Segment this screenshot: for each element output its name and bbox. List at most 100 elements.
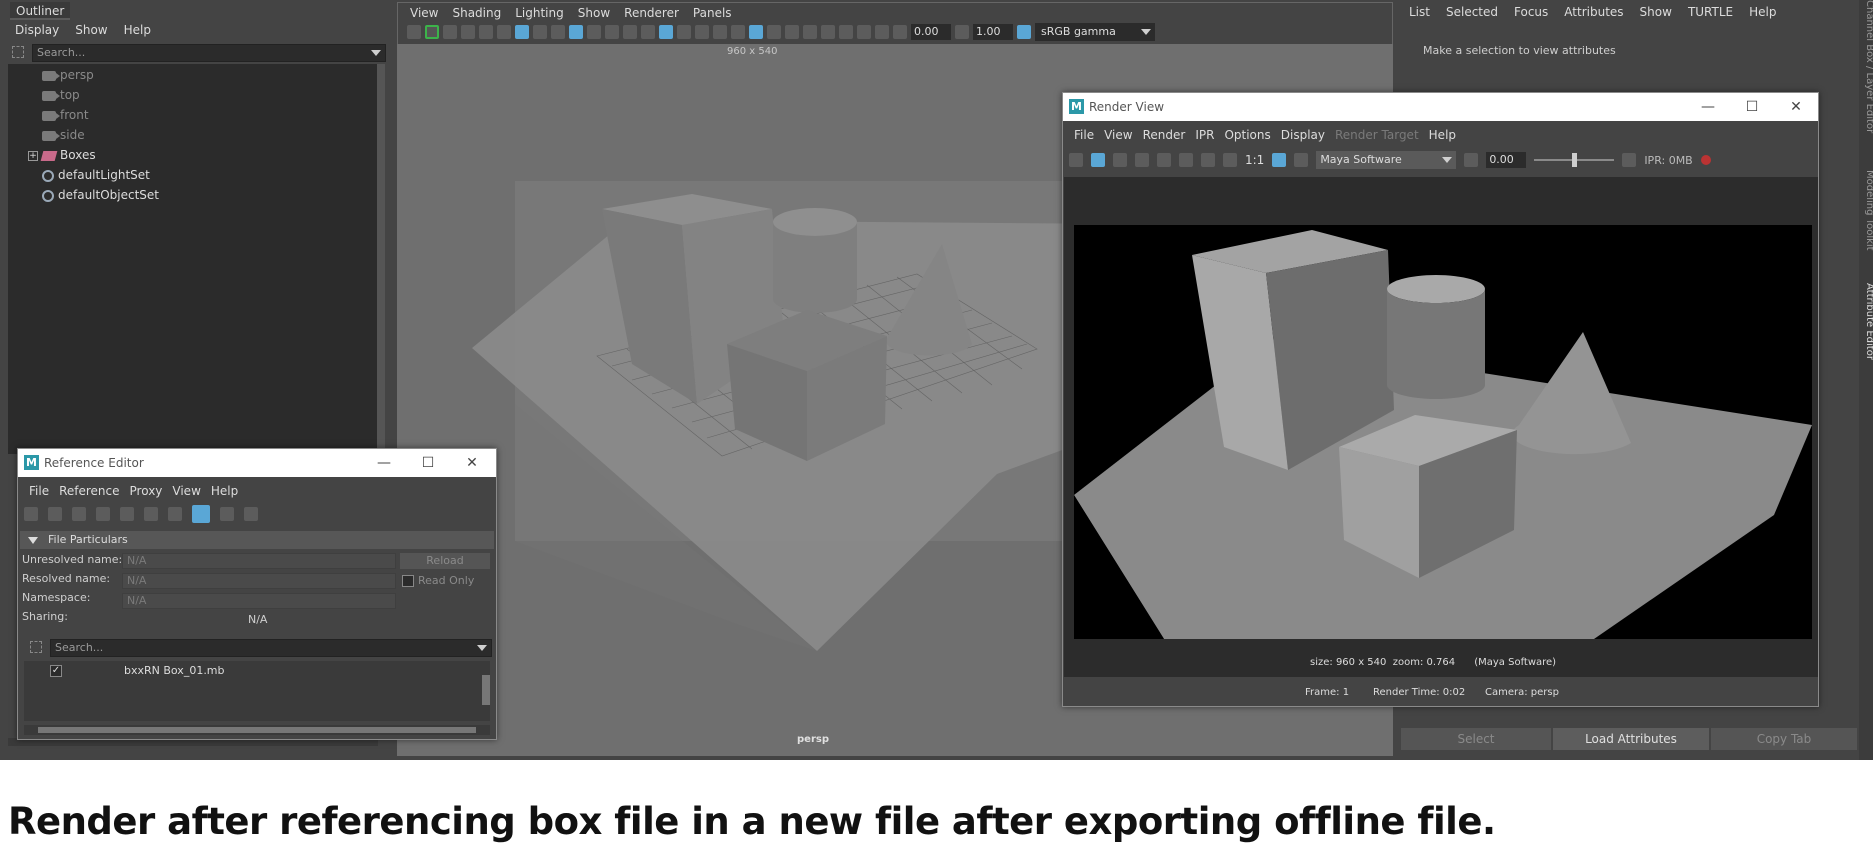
chevron-down-icon[interactable]: [477, 645, 487, 651]
re-menu-view[interactable]: View: [167, 481, 205, 501]
outliner-item-top[interactable]: top: [42, 85, 80, 105]
unload-reference-icon[interactable]: [96, 507, 110, 521]
outliner-menu-help[interactable]: Help: [116, 20, 159, 40]
file-particulars-header[interactable]: File Particulars: [20, 531, 494, 549]
antialiasing-icon[interactable]: [803, 25, 817, 39]
filter-icon[interactable]: [12, 46, 24, 58]
rv-menu-render-target[interactable]: Render Target: [1330, 125, 1424, 145]
load-attributes-button[interactable]: Load Attributes: [1553, 728, 1709, 750]
re-menu-file[interactable]: File: [24, 481, 54, 501]
reload-button[interactable]: Reload: [400, 553, 490, 569]
grid-icon[interactable]: [515, 25, 529, 39]
snapshot-icon[interactable]: [1113, 153, 1127, 167]
create-reference-icon[interactable]: [24, 507, 38, 521]
select-camera-icon[interactable]: [407, 25, 421, 39]
outliner-item-boxes[interactable]: + Boxes: [28, 145, 96, 165]
depth-of-field-icon[interactable]: [821, 25, 835, 39]
viewport-menu-shading[interactable]: Shading: [445, 3, 508, 23]
viewport-menu-renderer[interactable]: Renderer: [617, 3, 686, 23]
grease-pencil-icon[interactable]: [497, 25, 511, 39]
exposure-icon[interactable]: [893, 25, 907, 39]
re-menu-reference[interactable]: Reference: [54, 481, 124, 501]
2d-pan-icon[interactable]: [479, 25, 493, 39]
wireframe-icon[interactable]: [641, 25, 655, 39]
viewport-menu-show[interactable]: Show: [571, 3, 617, 23]
file-details-icon[interactable]: [244, 507, 258, 521]
viewport-menu-lighting[interactable]: Lighting: [508, 3, 571, 23]
table-view-icon[interactable]: [220, 507, 234, 521]
close-button[interactable]: ✕: [1774, 93, 1818, 121]
outliner-menu-display[interactable]: Display: [7, 20, 67, 40]
outliner-item-front[interactable]: front: [42, 105, 89, 125]
use-lights-icon[interactable]: [713, 25, 727, 39]
textured-icon[interactable]: [695, 25, 709, 39]
ae-menu-list[interactable]: List: [1401, 2, 1438, 22]
rv-menu-render[interactable]: Render: [1138, 125, 1191, 145]
copy-tab-button[interactable]: Copy Tab: [1711, 728, 1857, 750]
ae-menu-turtle[interactable]: TURTLE: [1680, 2, 1741, 22]
tab-modeling-toolkit[interactable]: Modeling Toolkit: [1864, 170, 1873, 251]
xray-joints-icon[interactable]: [857, 25, 871, 39]
xray-components-icon[interactable]: [875, 25, 889, 39]
gamma-icon[interactable]: [955, 25, 969, 39]
bookmark-icon[interactable]: [443, 25, 457, 39]
real-size-ratio[interactable]: 1:1: [1245, 153, 1264, 167]
outliner-item-side[interactable]: side: [42, 125, 85, 145]
maximize-button[interactable]: ☐: [1730, 93, 1774, 121]
rv-menu-display[interactable]: Display: [1276, 125, 1330, 145]
outliner-item-persp[interactable]: persp: [42, 65, 94, 85]
renderer-dropdown[interactable]: Maya Software: [1316, 151, 1457, 169]
rv-menu-file[interactable]: File: [1069, 125, 1099, 145]
rv-menu-options[interactable]: Options: [1219, 125, 1275, 145]
select-button[interactable]: Select: [1401, 728, 1551, 750]
maximize-button[interactable]: ☐: [406, 449, 450, 477]
export-to-offline-icon[interactable]: [144, 507, 158, 521]
exposure-slider[interactable]: [1534, 153, 1615, 167]
rv-exposure-field[interactable]: 0.00: [1486, 152, 1527, 168]
outliner-tab[interactable]: Outliner: [10, 2, 71, 20]
ae-menu-selected[interactable]: Selected: [1438, 2, 1506, 22]
keep-image-icon[interactable]: [1272, 153, 1287, 167]
render-region-icon[interactable]: [1091, 153, 1105, 167]
motion-blur-icon[interactable]: [785, 25, 799, 39]
outliner-item-defaultobjectset[interactable]: defaultObjectSet: [42, 185, 159, 205]
isolate-select-icon[interactable]: [839, 25, 853, 39]
shadows-icon[interactable]: [731, 25, 745, 39]
rv-menu-help[interactable]: Help: [1424, 125, 1461, 145]
reference-hscroll-thumb[interactable]: [38, 727, 476, 733]
chevron-down-icon[interactable]: [1141, 29, 1151, 35]
refresh-ipr-icon[interactable]: [1157, 153, 1171, 167]
re-menu-help[interactable]: Help: [206, 481, 243, 501]
rgb-channel-icon[interactable]: [1201, 153, 1215, 167]
reference-list-item[interactable]: ✓ bxxRN Box_01.mb: [24, 661, 480, 681]
resolved-name-field[interactable]: N/A: [122, 573, 396, 589]
film-gate-icon[interactable]: [533, 25, 547, 39]
remove-image-icon[interactable]: [1294, 153, 1309, 167]
reference-search-input[interactable]: Search...: [50, 639, 492, 657]
viewport-menu-panels[interactable]: Panels: [686, 3, 739, 23]
ambient-occlusion-icon[interactable]: [767, 25, 781, 39]
expand-plus-icon[interactable]: +: [28, 150, 38, 161]
load-related-icon[interactable]: [168, 507, 182, 521]
ae-menu-focus[interactable]: Focus: [1506, 2, 1556, 22]
re-menu-proxy[interactable]: Proxy: [125, 481, 168, 501]
image-plane-icon[interactable]: [461, 25, 475, 39]
namespace-field[interactable]: N/A: [122, 593, 396, 609]
gate-mask-icon[interactable]: [569, 25, 583, 39]
gamma-icon[interactable]: [1622, 153, 1637, 167]
outliner-search-input[interactable]: Search...: [32, 44, 386, 62]
reload-reference-icon[interactable]: [72, 507, 86, 521]
view-transform-dropdown[interactable]: sRGB gamma: [1035, 23, 1155, 41]
list-view-icon[interactable]: [192, 505, 210, 523]
remove-reference-icon[interactable]: [48, 507, 62, 521]
close-button[interactable]: ✕: [450, 449, 494, 477]
outliner-menu-show[interactable]: Show: [67, 20, 115, 40]
ae-menu-attributes[interactable]: Attributes: [1556, 2, 1631, 22]
render-frame-icon[interactable]: [1069, 153, 1083, 167]
color-management-icon[interactable]: [1017, 25, 1031, 39]
collapse-triangle-icon[interactable]: [28, 536, 38, 544]
reference-list-scrollbar[interactable]: [482, 675, 490, 705]
unresolved-name-field[interactable]: N/A: [122, 553, 396, 569]
render-view-canvas[interactable]: size: 960 x 540 zoom: 0.764 (Maya Softwa…: [1064, 177, 1818, 677]
xray-icon[interactable]: [749, 25, 763, 39]
